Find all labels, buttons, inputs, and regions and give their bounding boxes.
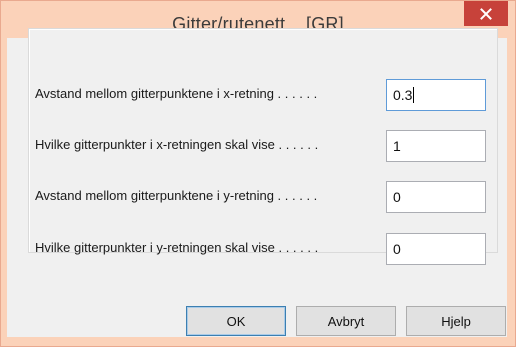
y-visible-points-value: 0 <box>393 241 401 257</box>
x-visible-points-label: Hvilke gitterpunkter i x-retningen skal … <box>35 137 319 152</box>
x-visible-points-input[interactable]: 1 <box>386 130 486 162</box>
x-spacing-input[interactable]: 0.3 <box>386 79 486 111</box>
y-spacing-value: 0 <box>393 189 401 205</box>
text-caret <box>413 87 415 103</box>
ok-button-label: OK <box>226 313 246 329</box>
y-spacing-input[interactable]: 0 <box>386 181 486 213</box>
ok-button[interactable]: OK <box>186 306 286 336</box>
y-spacing-label: Avstand mellom gitterpunktene i y-retnin… <box>35 188 318 203</box>
x-visible-points-value: 1 <box>393 138 401 154</box>
close-icon <box>480 7 492 20</box>
cancel-button-label: Avbryt <box>327 313 365 329</box>
x-spacing-value: 0.3 <box>393 87 413 103</box>
help-button[interactable]: Hjelp <box>406 306 506 336</box>
y-visible-points-input[interactable]: 0 <box>386 233 486 265</box>
close-button[interactable] <box>464 1 508 26</box>
y-visible-points-label: Hvilke gitterpunkter i y-retningen skal … <box>35 240 319 255</box>
x-spacing-label: Avstand mellom gitterpunktene i x-retnin… <box>35 86 318 101</box>
cancel-button[interactable]: Avbryt <box>296 306 396 336</box>
help-button-label: Hjelp <box>441 313 471 329</box>
